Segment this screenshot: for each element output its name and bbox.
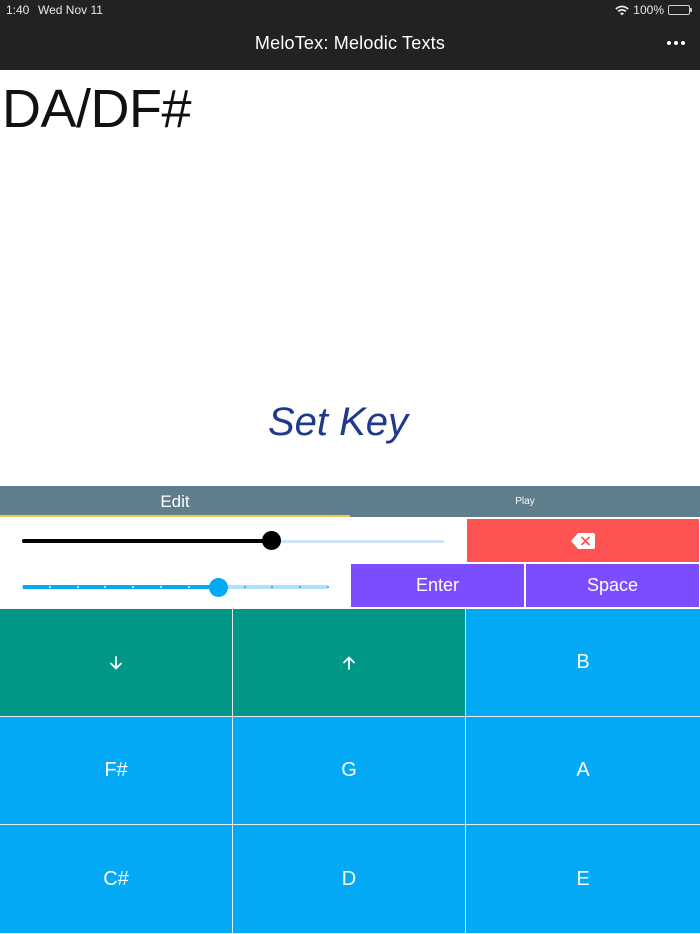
mode-tabs: Edit Play (0, 486, 700, 517)
note-key-g[interactable]: G (233, 717, 466, 825)
enter-button[interactable]: Enter (351, 564, 524, 607)
slider-tick (21, 586, 23, 588)
slider-tick (299, 586, 301, 588)
note-key-c-sharp[interactable]: C# (0, 825, 233, 934)
tab-play[interactable]: Play (350, 486, 700, 517)
top-bar: 1:40 Wed Nov 11 100% MeloTex: Melodic Te… (0, 0, 700, 70)
note-key-b[interactable]: B (466, 609, 700, 717)
slider-tick (188, 586, 190, 588)
battery-icon (668, 5, 692, 15)
melodic-text-display: DA/DF# (2, 79, 192, 139)
slider-primary-inactive-track (271, 540, 444, 543)
slider-primary-thumb[interactable] (262, 531, 281, 550)
app-title: MeloTex: Melodic Texts (254, 33, 446, 53)
slider-tick (104, 586, 106, 588)
note-key-f-sharp[interactable]: F# (0, 717, 233, 825)
set-key-button[interactable]: Set Key (0, 400, 700, 445)
note-key-d[interactable]: D (233, 825, 466, 934)
space-button[interactable]: Space (526, 564, 699, 607)
status-indicators: 100% (615, 3, 692, 17)
slider-tick (160, 586, 162, 588)
arrow-down-icon (110, 655, 122, 669)
arrow-down-key[interactable] (0, 609, 233, 717)
status-time: 1:40 (6, 3, 30, 17)
battery-percent: 100% (633, 3, 664, 17)
status-date: Wed Nov 11 (38, 3, 103, 17)
slider-tick (77, 586, 79, 588)
more-options-icon[interactable] (666, 36, 686, 50)
arrow-up-icon (343, 656, 355, 670)
slider-primary-active-track (22, 539, 271, 543)
slider-tick (132, 586, 134, 588)
tab-edit[interactable]: Edit (0, 486, 350, 517)
slider-primary[interactable] (22, 531, 444, 550)
slider-secondary-thumb[interactable] (209, 578, 228, 597)
arrow-up-key[interactable] (233, 609, 466, 717)
slider-tick (244, 586, 246, 588)
note-key-e[interactable]: E (466, 825, 700, 934)
slider-secondary-inactive-track (218, 585, 328, 589)
slider-secondary[interactable] (21, 578, 329, 597)
note-key-a[interactable]: A (466, 717, 700, 825)
set-key-label: Set Key (267, 400, 409, 444)
slider-tick (49, 586, 51, 588)
backspace-icon (571, 532, 595, 549)
wifi-icon (615, 5, 629, 15)
slider-tick (327, 586, 329, 588)
slider-tick (271, 586, 273, 588)
backspace-button[interactable] (467, 519, 699, 562)
note-keypad: B F# G A C# D E (0, 609, 700, 934)
